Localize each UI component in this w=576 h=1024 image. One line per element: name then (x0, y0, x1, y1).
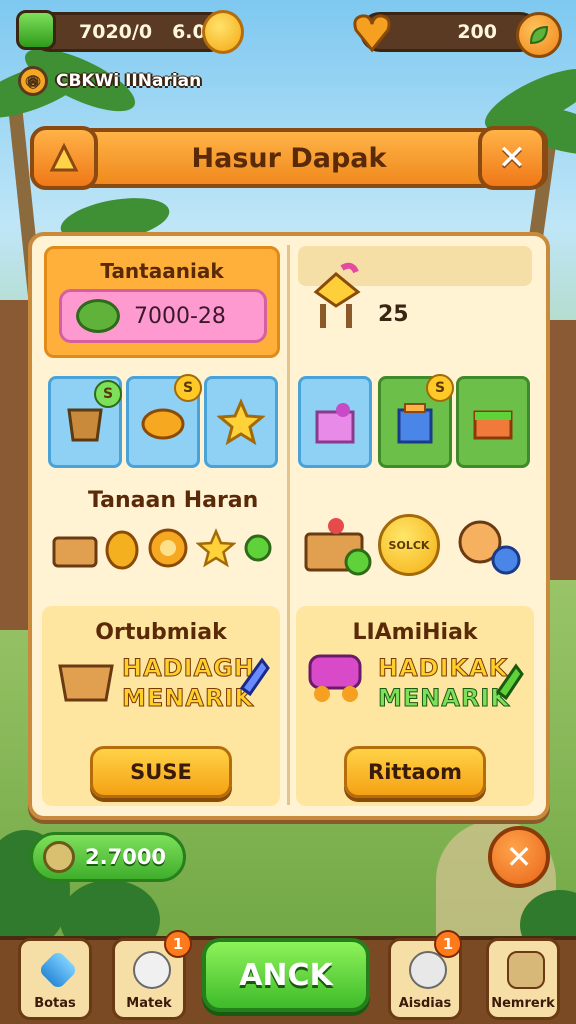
resource-left-sep: /0 (131, 21, 153, 43)
star-icon (217, 398, 265, 446)
sprout-icon (76, 299, 120, 333)
back-button[interactable] (30, 126, 98, 190)
player-badge-icon: ◎ (18, 66, 48, 96)
close-button[interactable]: ✕ (478, 126, 546, 190)
star-small-icon (196, 528, 236, 568)
item-count: 25 (378, 302, 409, 327)
task-title: Tantaaniak (100, 259, 224, 283)
dog-icon (458, 520, 521, 575)
sheep-icon (133, 951, 171, 989)
croissant-icon (141, 408, 185, 440)
player-name: CBKWi IINarian (56, 71, 202, 91)
claim-button-right[interactable]: Rittaom (344, 746, 486, 798)
nav-aisdias-badge: 1 (434, 930, 462, 958)
claim-button-left[interactable]: SUSE (90, 746, 232, 798)
cheese-stool-icon (306, 262, 366, 332)
player-label: ◎ CBKWi IINarian (18, 66, 201, 96)
gem-icon (37, 949, 79, 991)
gift-line1-right: HADIKAK (377, 654, 509, 683)
nav-matek-badge: 1 (164, 930, 192, 958)
add-coins-button[interactable] (202, 10, 244, 54)
gift-line2-right: MENARIK (378, 684, 510, 713)
close-round-icon: ✕ (505, 838, 533, 876)
gold-coin-token: SOLCK (378, 514, 440, 576)
gift-box-icon (315, 403, 355, 444)
gift-line2-left: MENARIK (122, 684, 254, 713)
tile-badge-coin: S (174, 374, 202, 402)
nav-nemrerk[interactable]: Nemrerk (486, 938, 560, 1020)
gift-line1-left: HADIAGH (122, 654, 255, 683)
tile-badge-coin-right: S (426, 374, 454, 402)
home-icon (49, 142, 79, 172)
gear-icon (148, 528, 188, 568)
reward-row-right: SOLCK (302, 512, 522, 578)
resource-bar-left: 7020 /0 6.09 (30, 12, 230, 52)
reward-tile-star[interactable] (204, 376, 278, 468)
section-title-left: Tanaan Haran (88, 488, 259, 513)
cake-icon (304, 518, 372, 576)
task-box: Tantaaniak 7000-28 (44, 246, 280, 358)
gift-title-right: LIAmiHiak (352, 620, 478, 645)
reward-tile-chest[interactable] (456, 376, 530, 468)
nav-nemrerk-label: Nemrerk (491, 996, 555, 1011)
leaf-shop-button[interactable] (516, 12, 562, 58)
page-title: Hasur Dapak (191, 142, 387, 174)
treasure-chest-icon (52, 536, 98, 568)
panel-divider (287, 245, 290, 805)
map-icon (507, 951, 545, 989)
heart-icon (352, 10, 392, 54)
close-icon: ✕ (497, 138, 527, 178)
reward-row-left (52, 526, 274, 570)
jar-icon (397, 403, 433, 444)
gift-title-left: Ortubmiak (95, 620, 227, 645)
resource-left-value: 7020 (79, 21, 132, 43)
title-banner: Hasur Dapak (30, 128, 548, 188)
crystal-icon (239, 657, 270, 697)
close-round-button[interactable]: ✕ (488, 826, 550, 888)
tile-badge-leaf: S (94, 380, 122, 408)
green-crystal-icon (495, 663, 524, 701)
main-action-button[interactable]: ANCK (202, 938, 370, 1012)
nav-matek-label: Matek (126, 996, 172, 1011)
nav-aisdias-label: Aisdias (398, 996, 452, 1011)
coin-text: SOLCK (388, 538, 430, 552)
resource-right-value: 200 (457, 21, 497, 43)
nav-botas-label: Botas (34, 996, 76, 1011)
green-gear-icon (244, 534, 272, 562)
toy-cart-icon (308, 654, 362, 702)
seed-icon (43, 841, 75, 873)
task-value-field: 7000-28 (59, 289, 267, 343)
task-value: 7000-28 (134, 303, 226, 329)
basket-icon (58, 664, 114, 702)
reward-tile-giftbox[interactable] (298, 376, 372, 468)
chest-icon (473, 410, 513, 440)
nav-botas[interactable]: Botas (18, 938, 92, 1020)
lemon-icon (105, 530, 139, 570)
green-cube-icon (16, 10, 56, 50)
money-display[interactable]: 2.7000 (30, 832, 186, 882)
leaf-icon (529, 25, 549, 45)
money-value: 2.7000 (85, 845, 167, 869)
